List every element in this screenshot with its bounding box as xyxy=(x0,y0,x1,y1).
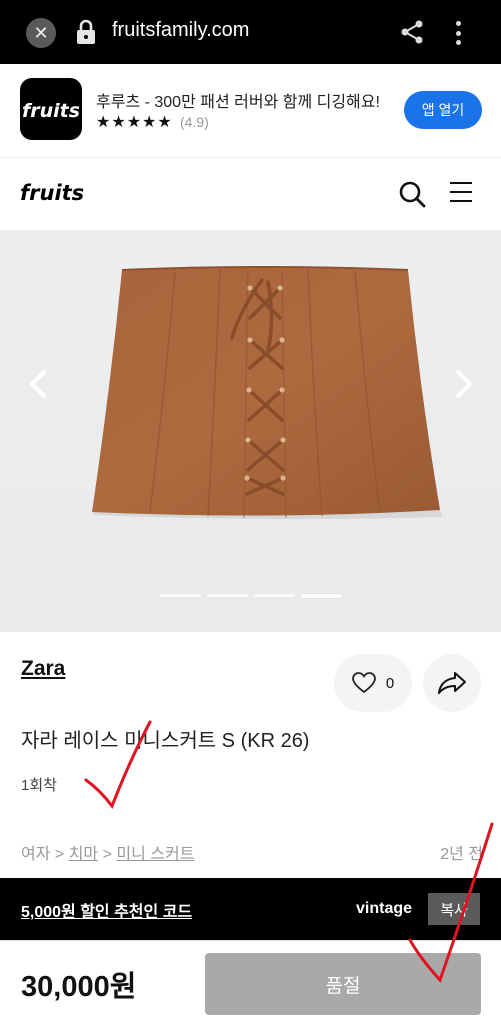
fruits-logo-icon: fruits xyxy=(23,100,79,122)
carousel-indicator xyxy=(160,594,342,598)
breadcrumb-separator: > xyxy=(98,846,117,863)
carousel-dot[interactable] xyxy=(254,594,295,597)
product-condition: 1회착 xyxy=(21,777,57,794)
share-arrow-icon xyxy=(438,672,466,694)
like-count: 0 xyxy=(385,674,395,692)
next-image-chevron-icon[interactable] xyxy=(452,368,476,400)
product-info: Zara 0 자라 레이스 미니스커트 S (KR 26) 1회착 여자 > 치… xyxy=(0,632,501,878)
share-product-button[interactable] xyxy=(423,654,481,712)
close-icon: ✕ xyxy=(33,22,49,44)
product-price: 30,000원 xyxy=(21,971,137,1003)
site-header: fruits xyxy=(0,158,501,230)
lock-icon xyxy=(77,19,95,44)
more-options-icon[interactable] xyxy=(450,18,466,48)
app-install-banner: fruits 후루츠 - 300만 패션 러버와 함께 디깅해요! ★★★★★ … xyxy=(0,64,501,158)
referral-discount-link[interactable]: 5,000원 할인 추천인 코드 xyxy=(21,898,192,922)
heart-icon xyxy=(351,672,376,694)
hamburger-menu-icon[interactable] xyxy=(450,182,472,202)
posted-time: 2년 전 xyxy=(440,846,483,863)
product-image-carousel[interactable] xyxy=(0,230,501,632)
carousel-dot-active[interactable] xyxy=(301,594,342,598)
purchase-bar: 30,000원 품절 xyxy=(0,940,501,1024)
browser-toolbar: ✕ fruitsfamily.com xyxy=(0,0,501,64)
referral-bar: 5,000원 할인 추천인 코드 vintage 복사 xyxy=(0,878,501,940)
address-bar[interactable]: fruitsfamily.com xyxy=(112,19,249,42)
breadcrumb-level-2[interactable]: 치마 xyxy=(69,846,98,863)
product-title: 자라 레이스 미니스커트 S (KR 26) xyxy=(21,730,310,752)
close-tab-button[interactable]: ✕ xyxy=(26,18,56,48)
site-logo[interactable]: fruits xyxy=(20,176,84,210)
svg-text:fruits: fruits xyxy=(20,181,84,205)
like-button[interactable]: 0 xyxy=(334,654,412,712)
breadcrumb-level-1: 여자 xyxy=(21,846,51,863)
referral-code: vintage xyxy=(356,900,413,917)
previous-image-chevron-icon[interactable] xyxy=(26,368,50,400)
share-icon[interactable] xyxy=(398,18,426,46)
carousel-dot[interactable] xyxy=(207,594,248,597)
breadcrumb-separator: > xyxy=(50,846,69,863)
copy-code-button[interactable]: 복사 xyxy=(428,893,480,925)
product-photo xyxy=(92,266,442,520)
sold-out-button[interactable]: 품절 xyxy=(205,953,481,1015)
open-app-button[interactable]: 앱 열기 xyxy=(404,91,482,129)
star-rating-icon: ★★★★★ xyxy=(96,112,173,131)
carousel-dot[interactable] xyxy=(160,594,201,597)
breadcrumb-level-3[interactable]: 미니 스커트 xyxy=(116,846,194,863)
brand-link[interactable]: Zara xyxy=(21,657,65,681)
app-rating: (4.9) xyxy=(180,114,209,130)
app-banner-title: 후루츠 - 300만 패션 러버와 함께 디깅해요! xyxy=(96,94,380,111)
search-icon[interactable] xyxy=(398,180,426,208)
svg-text:fruits: fruits xyxy=(23,100,79,122)
category-breadcrumb: 여자 > 치마 > 미니 스커트 xyxy=(21,840,194,864)
app-icon[interactable]: fruits xyxy=(20,78,82,140)
